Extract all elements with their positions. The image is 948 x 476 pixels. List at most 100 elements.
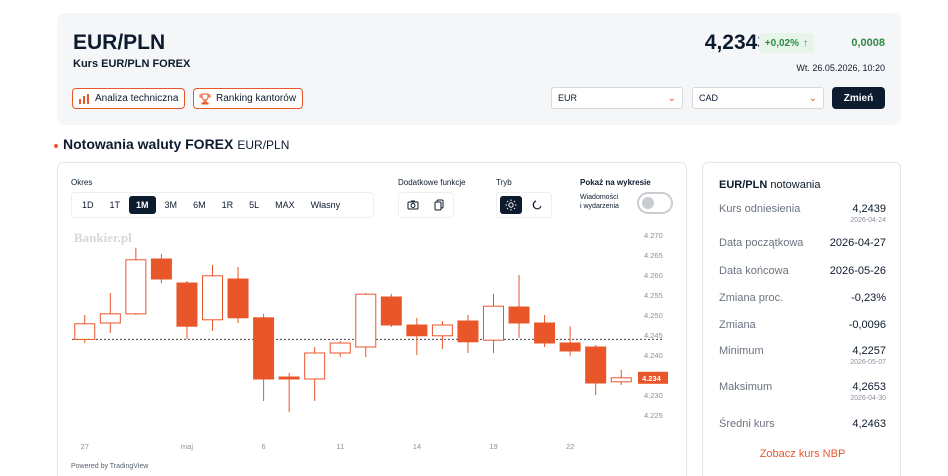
candle-body xyxy=(585,346,607,384)
mode-label: Tryb xyxy=(496,178,512,187)
page-subtitle: Kurs EUR/PLN FOREX xyxy=(73,58,191,70)
stats-row-value: 2026-04-27 xyxy=(829,237,886,249)
period-button-1t[interactable]: 1T xyxy=(103,196,128,214)
light-mode-button[interactable] xyxy=(500,196,522,214)
moon-icon xyxy=(532,200,542,210)
currency-from-value: EUR xyxy=(558,93,578,103)
x-tick-label: 14 xyxy=(413,442,421,451)
currency-to-value: CAD xyxy=(699,93,719,103)
chevron-down-icon: ⌄ xyxy=(667,92,676,104)
period-button-max[interactable]: MAX xyxy=(268,196,302,214)
stats-row-label: Zmiana proc. xyxy=(719,292,784,304)
arrow-up-icon: ↑ xyxy=(803,37,808,49)
news-label: Wiadomości xyxy=(580,194,619,201)
x-tick-label: maj xyxy=(181,442,193,451)
bar-chart-icon xyxy=(79,93,89,104)
stats-row-value: -0,23% xyxy=(851,292,886,304)
stats-row-value: 4,2257 xyxy=(852,345,886,357)
period-button-6m[interactable]: 6M xyxy=(186,196,213,214)
candle-body xyxy=(355,293,377,348)
bullet-dot xyxy=(54,144,58,148)
stats-row-label: Maksimum xyxy=(719,381,773,393)
candle-body xyxy=(431,324,453,337)
candle-body xyxy=(610,377,632,383)
period-button-5l[interactable]: 5L xyxy=(242,196,266,214)
stats-row-date: 2026-04-24 xyxy=(850,217,886,224)
candle-body xyxy=(406,324,428,337)
period-label: Okres xyxy=(71,178,93,187)
period-selector: 1D 1T 1M 3M 6M 1R 5L MAX Własny xyxy=(71,192,374,218)
stats-card: EUR/PLN notowania Kurs odniesienia 4,2439… xyxy=(702,162,901,476)
y-tick-label: 4.240 xyxy=(644,351,663,360)
period-button-własny[interactable]: Własny xyxy=(304,196,348,214)
chart-card: Okres 1D 1T 1M 3M 6M 1R 5L MAX Własny Dodatkowe … xyxy=(57,162,687,476)
stats-title-pair: EUR/PLN xyxy=(719,179,768,191)
change-percent-badge: +0,02% ↑ xyxy=(758,33,814,53)
candle-body xyxy=(202,275,223,321)
candle-body xyxy=(125,259,147,315)
section-subtitle: EUR/PLN xyxy=(237,138,290,152)
sun-icon xyxy=(505,199,517,211)
page-title: EUR/PLN xyxy=(73,31,166,54)
x-tick-label: 22 xyxy=(566,442,574,451)
currency-from-select[interactable]: EUR ⌄ xyxy=(551,87,683,109)
candlestick-chart[interactable]: Bankier.pl4.2254.2304.2354.2404.2454.250… xyxy=(58,227,686,459)
news-events-toggle[interactable] xyxy=(637,192,673,214)
candle-body xyxy=(457,320,479,343)
x-tick-label: 19 xyxy=(489,442,497,451)
chart-watermark: Bankier.pl xyxy=(74,230,132,245)
y-tick-label: 4.245 xyxy=(644,331,663,340)
candle-body xyxy=(150,258,172,280)
copy-button[interactable] xyxy=(428,196,450,214)
stats-row-label: Data początkowa xyxy=(719,237,804,249)
stats-row-date: 2026-04-30 xyxy=(850,395,886,402)
last-price-label: 4.234 xyxy=(642,374,662,383)
candle-body xyxy=(534,322,556,344)
candle-body xyxy=(176,282,198,327)
stats-row-value: 4,2439 xyxy=(852,203,886,215)
technical-analysis-button[interactable]: Analiza techniczna xyxy=(72,88,186,109)
candle-body xyxy=(304,352,326,380)
stats-row-value: 2026-05-26 xyxy=(829,265,886,277)
candle-body xyxy=(329,342,351,354)
period-button-1m[interactable]: 1M xyxy=(129,196,156,214)
nbp-rate-link[interactable]: Zobacz kurs NBP xyxy=(703,448,902,460)
show-on-chart-label: Pokaż na wykresie xyxy=(580,178,651,187)
stats-row-value: 4,2463 xyxy=(852,418,886,430)
candle-body xyxy=(380,296,402,326)
candle-body xyxy=(508,306,530,324)
currency-to-select[interactable]: CAD ⌄ xyxy=(692,87,824,109)
exchange-ranking-label: Ranking kantorów xyxy=(216,93,297,104)
x-tick-label: 11 xyxy=(336,442,344,451)
stats-row-label: Zmiana xyxy=(719,319,756,331)
stats-row-label: Kurs odniesienia xyxy=(719,203,801,215)
x-tick-label: 27 xyxy=(81,442,89,451)
stats-row-value: 4,2653 xyxy=(852,381,886,393)
change-absolute: 0,0008 xyxy=(851,37,885,49)
currency-header: EUR/PLN Kurs EUR/PLN FOREX Analiza techn… xyxy=(57,13,901,125)
period-button-3m[interactable]: 3M xyxy=(158,196,185,214)
candle-body xyxy=(278,376,300,380)
period-button-1r[interactable]: 1R xyxy=(215,196,241,214)
y-tick-label: 4.250 xyxy=(644,311,663,320)
powered-by: Powered by TradingView xyxy=(71,463,149,470)
candle-body xyxy=(227,278,249,319)
change-pair-button[interactable]: Zmień xyxy=(832,87,885,109)
stats-title: EUR/PLN notowania xyxy=(719,179,821,191)
copy-icon xyxy=(434,199,444,211)
y-tick-label: 4.270 xyxy=(644,231,663,240)
stats-row-label: Średni kurs xyxy=(719,418,775,430)
period-button-1d[interactable]: 1D xyxy=(75,196,101,214)
dark-mode-button[interactable] xyxy=(526,196,548,214)
candle-body xyxy=(483,305,504,341)
extra-functions-label: Dodatkowe funkcje xyxy=(398,178,466,187)
stats-row-date: 2026-05-07 xyxy=(850,359,886,366)
screenshot-button[interactable] xyxy=(402,196,424,214)
extra-functions-group xyxy=(398,192,454,218)
news-events-label: Wiadomości i wydarzenia xyxy=(580,193,619,211)
exchange-ranking-button[interactable]: Ranking kantorów xyxy=(193,88,304,109)
y-tick-label: 4.225 xyxy=(644,411,663,420)
y-tick-label: 4.230 xyxy=(644,391,663,400)
candle-body xyxy=(99,313,121,324)
candle-body xyxy=(559,342,581,352)
